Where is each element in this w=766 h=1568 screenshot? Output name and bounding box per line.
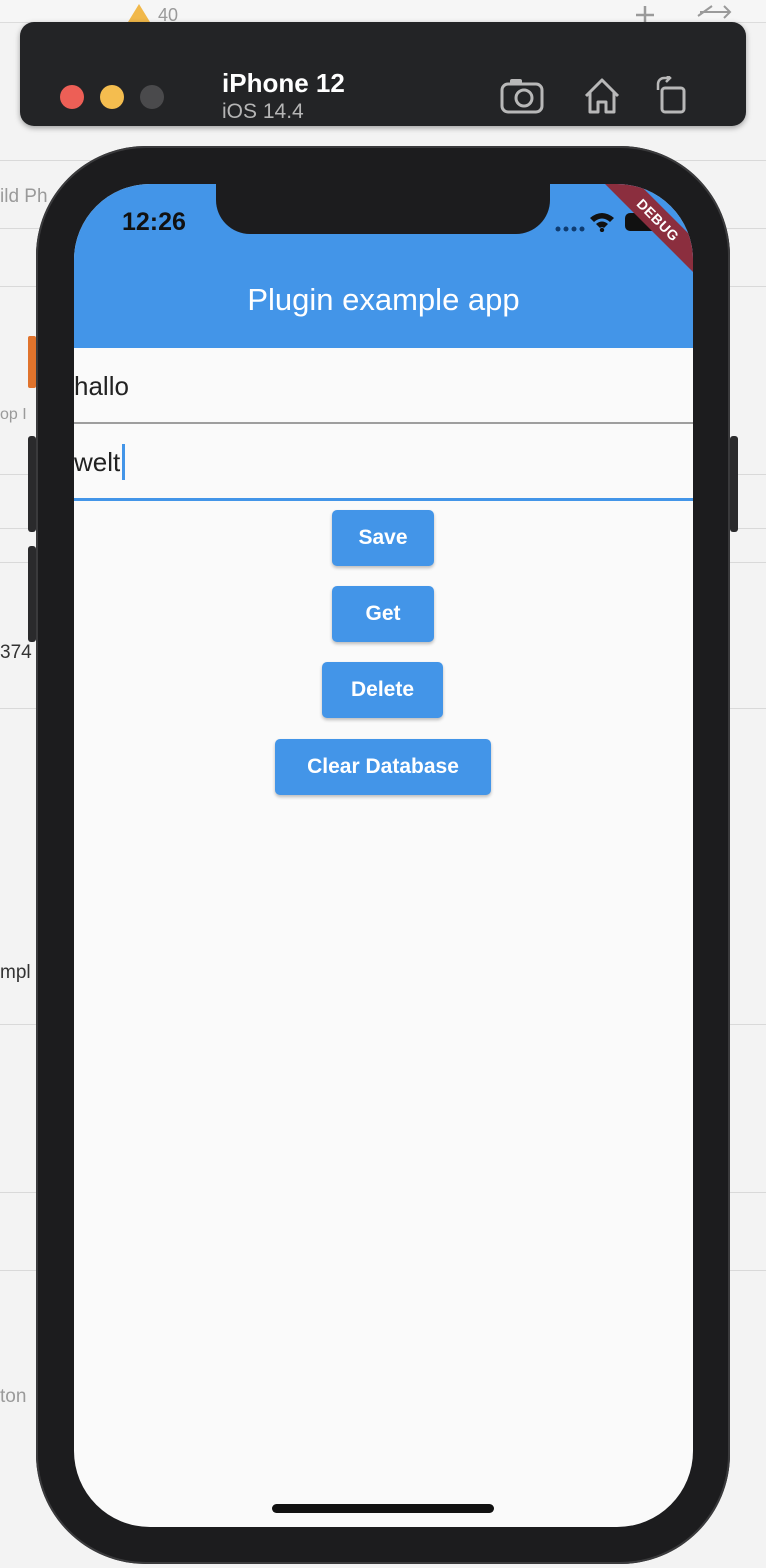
status-time: 12:26 [122, 208, 186, 236]
close-window-button[interactable] [60, 85, 84, 109]
background-fragment: op I [0, 406, 27, 423]
app-screen: 12:26 DEBUG Plugin example app Save Get … [74, 184, 693, 1527]
device-name: iPhone 12 [222, 68, 345, 98]
background-accent [28, 336, 36, 388]
debug-banner: DEBUG [596, 184, 693, 282]
signal-dots-icon [555, 226, 585, 232]
volume-up-button [28, 436, 36, 532]
rotate-icon[interactable] [652, 76, 696, 116]
get-button[interactable]: Get [332, 586, 434, 642]
delete-button[interactable]: Delete [322, 662, 443, 718]
warning-icon [128, 4, 150, 22]
home-indicator[interactable] [272, 1504, 494, 1513]
value-input[interactable] [74, 442, 674, 482]
power-button [730, 436, 738, 532]
clear-database-button[interactable]: Clear Database [275, 739, 491, 795]
simulator-title-bar: iPhone 12 iOS 14.4 [20, 22, 746, 126]
app-bar: 12:26 DEBUG Plugin example app [74, 184, 693, 348]
key-text-field[interactable] [74, 348, 693, 424]
text-caret [122, 444, 125, 480]
camera-icon[interactable] [500, 76, 544, 116]
home-icon[interactable] [580, 76, 624, 116]
background-fragment: ton [0, 1386, 27, 1407]
volume-down-button [28, 546, 36, 642]
zoom-window-button[interactable] [140, 85, 164, 109]
background-fragment: 374 [0, 642, 32, 663]
wifi-icon [590, 213, 614, 232]
device-os-version: iOS 14.4 [222, 100, 304, 123]
key-input[interactable] [74, 366, 674, 406]
notch [216, 184, 550, 234]
save-button[interactable]: Save [332, 510, 434, 566]
app-bar-title: Plugin example app [247, 282, 520, 317]
minimize-window-button[interactable] [100, 85, 124, 109]
background-fragment: ild Ph [0, 186, 48, 207]
value-text-field[interactable] [74, 424, 693, 501]
background-fragment: mpl [0, 962, 31, 983]
